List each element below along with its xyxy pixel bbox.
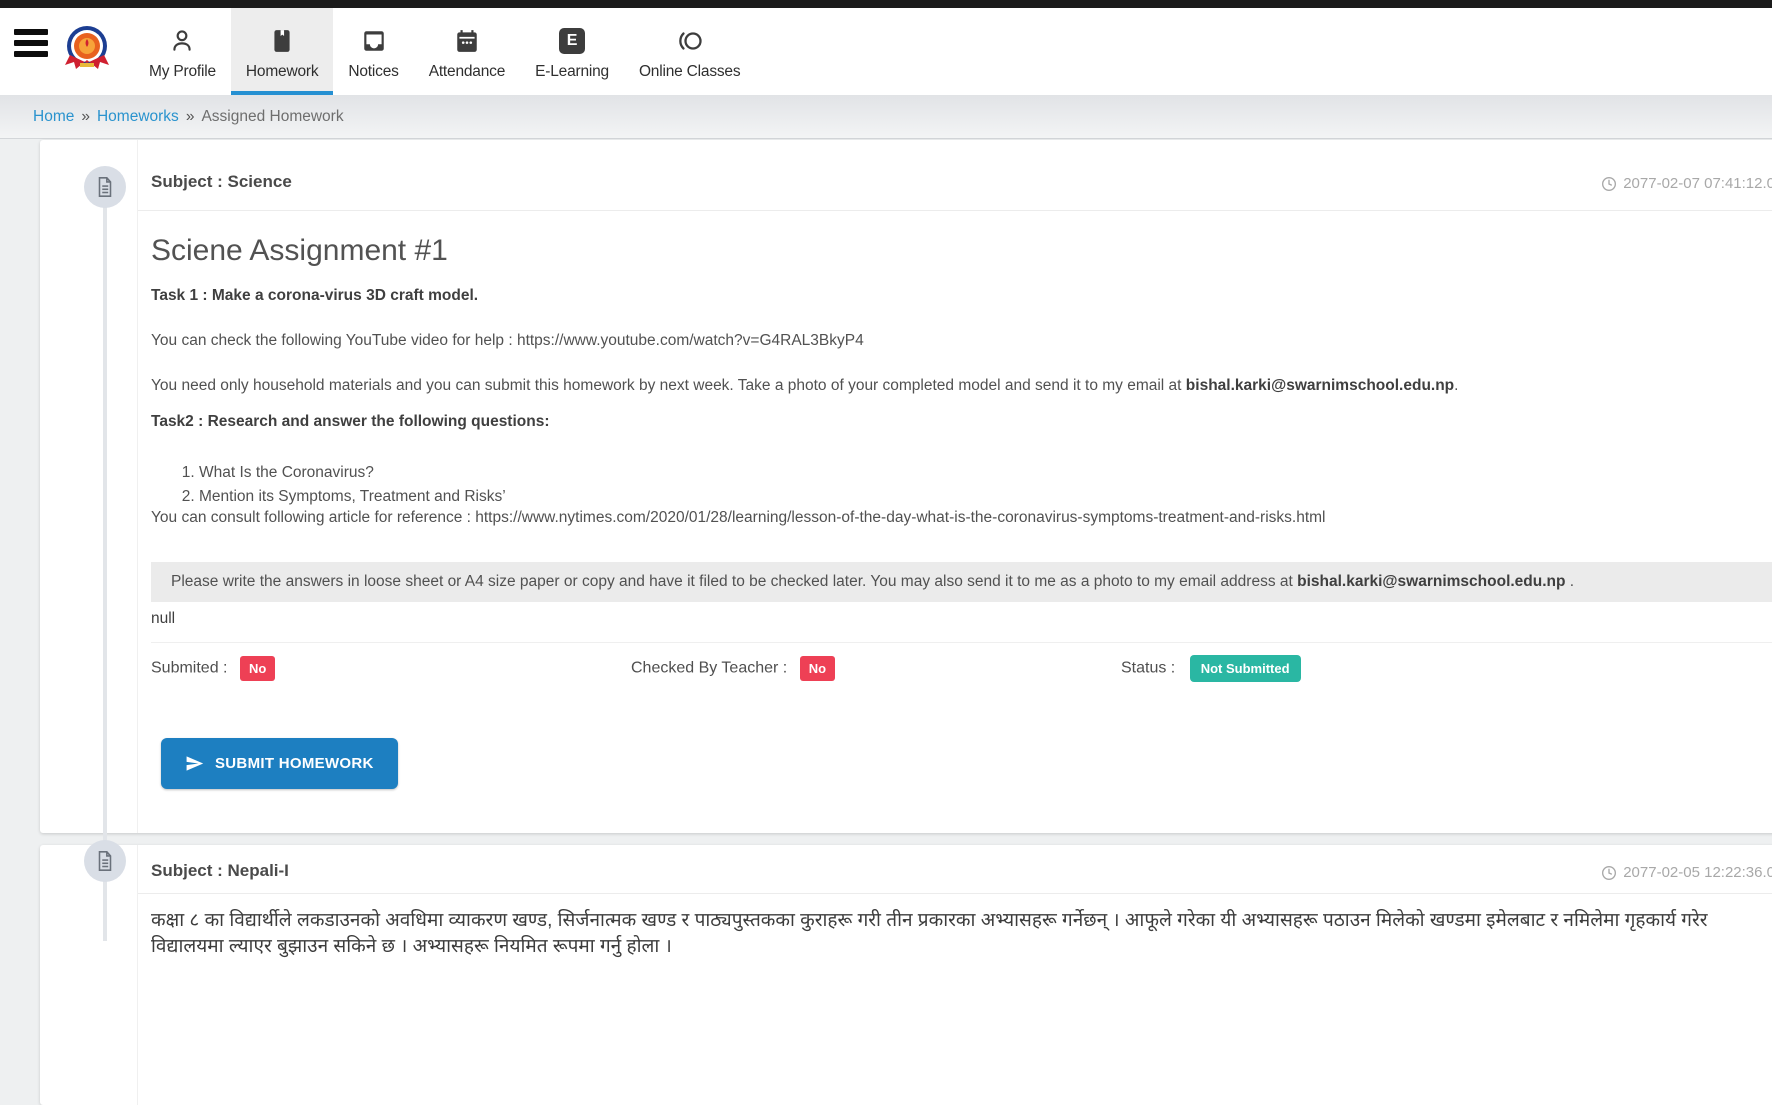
calendar-icon [454, 26, 480, 56]
video-help-paragraph: You can check the following YouTube vide… [151, 332, 1772, 350]
nepali-assignment-text: कक्षा ८ का विद्यार्थीले लकडाउनको अवधिमा … [151, 910, 1708, 957]
tab-label: Notices [348, 63, 398, 81]
subject-title: Subject : Science [151, 172, 292, 192]
submit-homework-button[interactable]: SUBMIT HOMEWORK [161, 738, 398, 789]
null-text: null [151, 610, 1772, 628]
submitted-status: Submited : No [151, 656, 631, 681]
submitted-badge: No [240, 656, 275, 681]
reference-paragraph: You can consult following article for re… [151, 509, 1772, 527]
question-item: Mention its Symptoms, Treatment and Risk… [199, 485, 1772, 509]
card-header: Subject : Science 2077-02-07 07:41:12.0 [138, 140, 1772, 211]
browser-top-strip [0, 0, 1772, 8]
checked-badge: No [800, 656, 835, 681]
homework-document-icon [84, 840, 126, 882]
nav-tabs: My Profile Homework Notices [134, 8, 755, 95]
card-header: Subject : Nepali-I 2077-02-05 12:22:36.0 [138, 845, 1772, 894]
tab-homework[interactable]: Homework [231, 8, 333, 95]
question-list: What Is the Coronavirus? Mention its Sym… [151, 461, 1772, 509]
question-item: What Is the Coronavirus? [199, 461, 1772, 485]
clock-icon [1601, 865, 1617, 881]
timestamp: 2077-02-05 12:22:36.0 [1601, 864, 1772, 881]
overall-status: Status : Not Submitted [1121, 655, 1301, 682]
tab-label: E-Learning [535, 63, 609, 81]
hamburger-menu-icon[interactable] [14, 29, 48, 73]
send-icon [185, 754, 204, 773]
teacher-email: bishal.karki@swarnimschool.edu.np [1186, 377, 1454, 394]
tab-e-learning[interactable]: E E-Learning [520, 8, 624, 95]
task2-heading: Task2 : Research and answer the followin… [151, 413, 1772, 431]
nepali-text-clipped: विद्यालयमा ल्याएर बुझाउन सकिने छ । अभ्या… [151, 936, 672, 957]
card-body: Sciene Assignment #1 Task 1 : Make a cor… [138, 211, 1772, 814]
homework-title: Sciene Assignment #1 [151, 233, 1772, 269]
timeline-line [103, 205, 107, 941]
tab-notices[interactable]: Notices [333, 8, 413, 95]
homework-document-icon [84, 166, 126, 208]
breadcrumb-home-link[interactable]: Home [33, 108, 74, 126]
status-row: Submited : No Checked By Teacher : No St… [151, 655, 1772, 682]
homework-card-science: Subject : Science 2077-02-07 07:41:12.0 … [40, 140, 1772, 833]
status-badge: Not Submitted [1190, 655, 1301, 682]
homework-card-nepali: Subject : Nepali-I 2077-02-05 12:22:36.0… [40, 845, 1772, 1105]
timestamp: 2077-02-07 07:41:12.0 [1601, 175, 1772, 192]
breadcrumb-current: Assigned Homework [201, 108, 343, 126]
tab-online-classes[interactable]: Online Classes [624, 8, 755, 95]
divider [151, 642, 1772, 643]
book-icon [269, 26, 295, 56]
breadcrumb: Home » Homeworks » Assigned Homework [0, 95, 1772, 139]
breadcrumb-separator: » [186, 108, 195, 126]
inbox-icon [361, 26, 387, 56]
breadcrumb-homeworks-link[interactable]: Homeworks [97, 108, 179, 126]
tab-label: Online Classes [639, 63, 740, 81]
submission-paragraph: You need only household materials and yo… [151, 377, 1772, 395]
task1-heading: Task 1 : Make a corona-virus 3D craft mo… [151, 287, 1772, 305]
school-logo[interactable] [62, 22, 112, 72]
tab-label: My Profile [149, 63, 216, 81]
tab-label: Homework [246, 63, 318, 81]
clock-icon [1601, 176, 1617, 192]
checked-status: Checked By Teacher : No [631, 656, 1121, 681]
teacher-email: bishal.karki@swarnimschool.edu.np [1297, 573, 1565, 590]
breadcrumb-separator: » [81, 108, 90, 126]
tab-label: Attendance [429, 63, 505, 81]
tab-attendance[interactable]: Attendance [414, 8, 520, 95]
timestamp-text: 2077-02-05 12:22:36.0 [1623, 864, 1772, 881]
broadcast-icon [674, 26, 706, 56]
card-body: कक्षा ८ का विद्यार्थीले लकडाउनको अवधिमा … [138, 894, 1772, 980]
timestamp-text: 2077-02-07 07:41:12.0 [1623, 175, 1772, 192]
person-icon [169, 26, 195, 56]
subject-title: Subject : Nepali-I [151, 861, 289, 881]
tab-my-profile[interactable]: My Profile [134, 8, 231, 95]
e-square-icon: E [559, 26, 585, 56]
top-navbar: My Profile Homework Notices [0, 8, 1772, 95]
instruction-note: Please write the answers in loose sheet … [151, 562, 1772, 602]
submit-button-label: SUBMIT HOMEWORK [215, 755, 374, 772]
